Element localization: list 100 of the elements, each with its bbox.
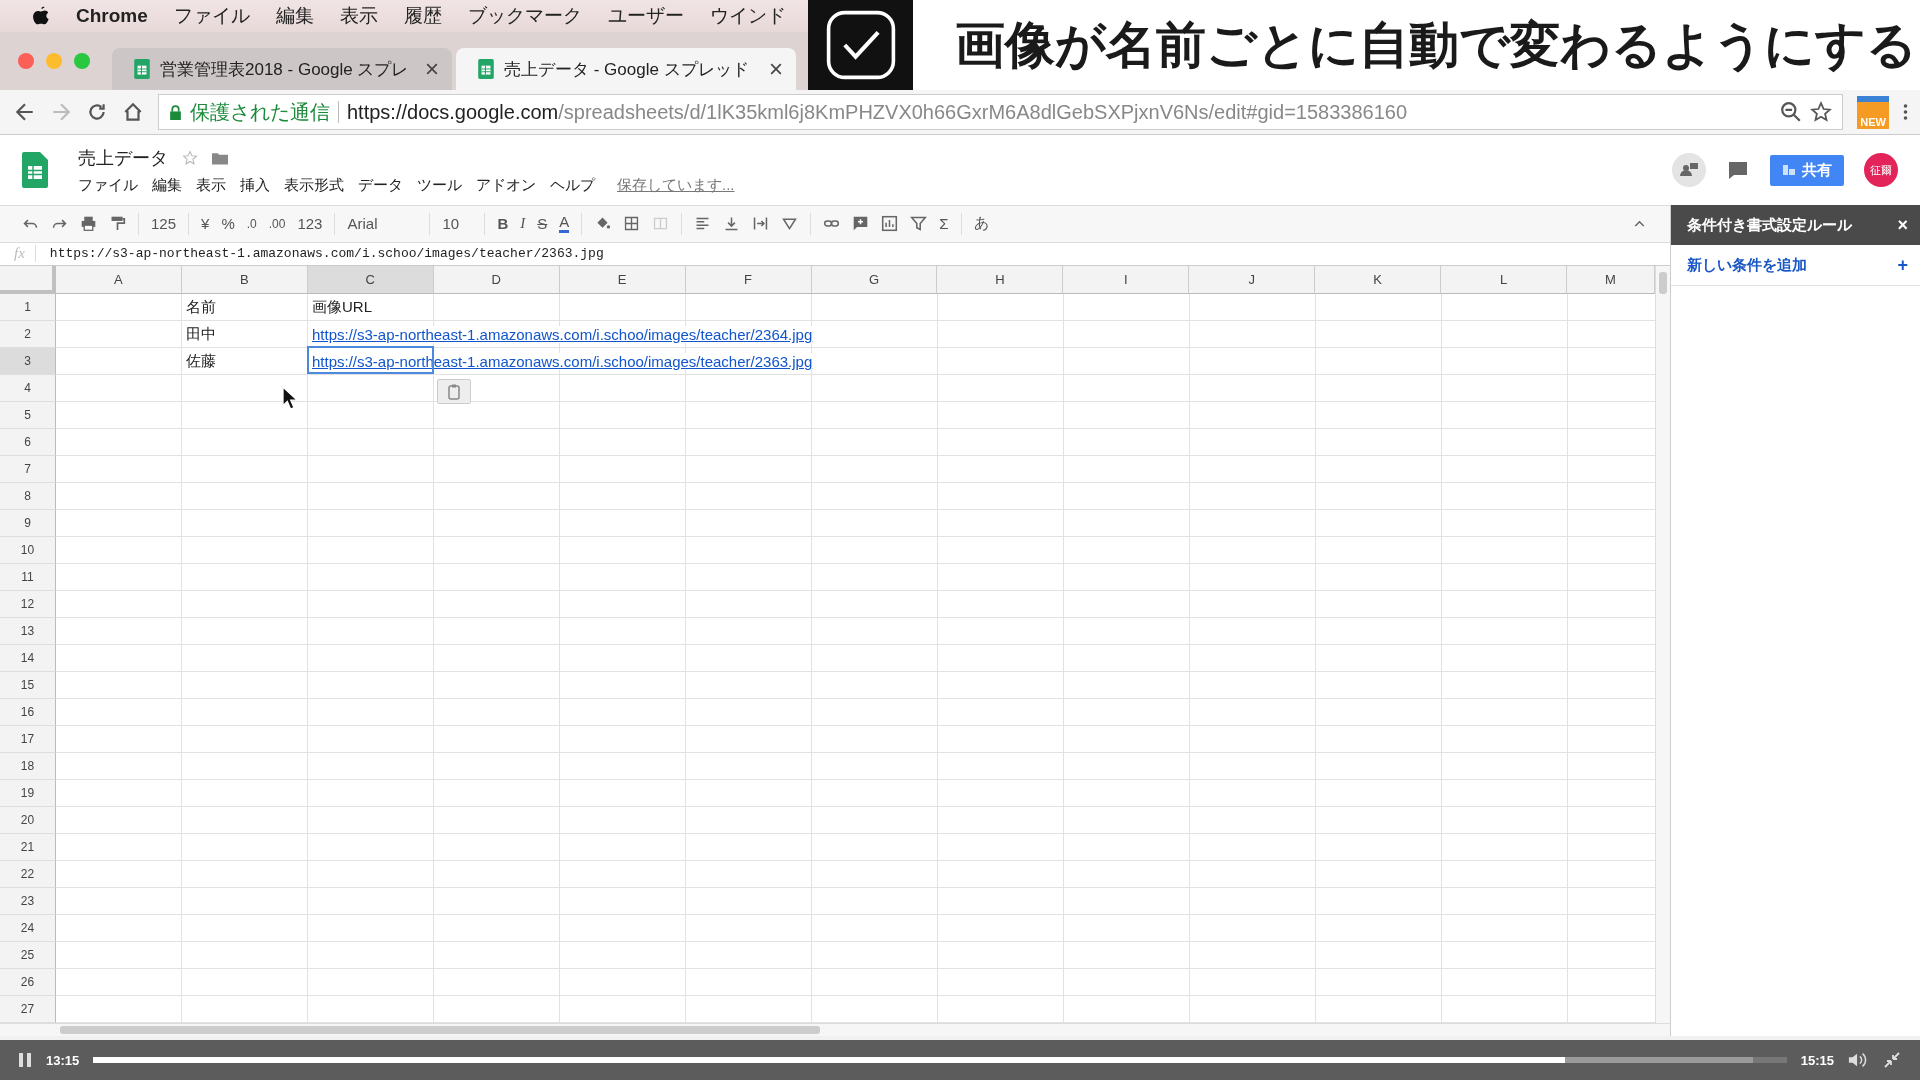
zoom-dropdown[interactable]: 125 (151, 215, 177, 233)
row-header[interactable]: 16 (0, 699, 56, 727)
row-header[interactable]: 20 (0, 807, 56, 835)
column-header[interactable]: H (937, 266, 1064, 295)
input-tools-button[interactable]: あ (973, 214, 989, 234)
print-icon[interactable] (80, 215, 97, 233)
user-avatar[interactable]: 征爾 (1864, 153, 1898, 187)
scrollbar-thumb[interactable] (1659, 272, 1667, 295)
zoom-out-icon[interactable] (1780, 101, 1803, 123)
strikethrough-button[interactable]: S (537, 215, 548, 233)
column-header[interactable]: J (1189, 266, 1316, 295)
row-header[interactable]: 17 (0, 726, 56, 754)
people-icon[interactable] (1672, 153, 1706, 187)
column-header[interactable]: I (1063, 266, 1190, 295)
formula-field[interactable]: https://s3-ap-northeast-1.amazonaws.com/i.schoo/images/teacher/2363.jpg (49, 246, 604, 262)
menu-item[interactable]: 挿入 (240, 175, 270, 195)
back-icon[interactable] (14, 101, 36, 123)
borders-icon[interactable] (623, 215, 641, 233)
menu-item[interactable]: 表示 (196, 175, 226, 195)
column-header[interactable]: E (559, 266, 686, 295)
column-header[interactable]: M (1567, 266, 1655, 295)
row-header[interactable]: 19 (0, 780, 56, 808)
column-header[interactable]: L (1441, 266, 1568, 295)
menu-item[interactable]: ツール (417, 175, 462, 195)
link[interactable]: https://s3-ap-northeast-1.amazonaws.com/i.schoo/images/teacher/2364.jpg (312, 326, 813, 344)
menu-item[interactable]: ユーザー (607, 3, 684, 29)
row-header[interactable]: 13 (0, 618, 56, 646)
menu-app-name[interactable]: Chrome (76, 5, 148, 27)
menu-item[interactable]: ブックマーク (467, 3, 582, 29)
row-header[interactable]: 18 (0, 753, 56, 781)
functions-button[interactable]: Σ (939, 215, 949, 233)
column-header[interactable]: B (181, 266, 308, 295)
row-header[interactable]: 22 (0, 861, 56, 889)
chart-icon[interactable] (881, 215, 899, 233)
add-rule-link[interactable]: 新しい条件を追加 (1687, 255, 1807, 275)
column-header[interactable]: D (433, 266, 560, 295)
menu-item[interactable]: 表示形式 (284, 175, 344, 195)
text-rotate-icon[interactable] (781, 215, 799, 233)
column-header[interactable]: F (685, 266, 812, 295)
star-icon[interactable] (182, 149, 198, 166)
row-header[interactable]: 27 (0, 996, 56, 1024)
percent-button[interactable]: % (221, 215, 235, 233)
number-format-dropdown[interactable]: 123 (297, 215, 323, 233)
apple-icon[interactable] (32, 5, 50, 27)
menu-item[interactable]: 編集 (152, 175, 182, 195)
menu-item[interactable]: アドオン (476, 175, 536, 195)
row-header[interactable]: 3 (0, 348, 56, 376)
row-header[interactable]: 21 (0, 834, 56, 862)
menu-item[interactable]: ウインド (709, 3, 786, 29)
italic-button[interactable]: I (520, 215, 526, 233)
font-size-dropdown[interactable]: 10 (442, 215, 473, 233)
currency-button[interactable]: ¥ (201, 215, 210, 233)
row-header[interactable]: 10 (0, 537, 56, 565)
row-header[interactable]: 15 (0, 672, 56, 700)
row-header[interactable]: 2 (0, 321, 56, 349)
volume-icon[interactable] (1848, 1051, 1868, 1069)
menu-item[interactable]: 編集 (275, 3, 314, 29)
row-header[interactable]: 14 (0, 645, 56, 673)
browser-tab[interactable]: 営業管理表2018 - Google スプレ (112, 48, 452, 90)
column-header[interactable]: A (55, 266, 182, 295)
filter-icon[interactable] (910, 215, 928, 233)
scrollbar-thumb[interactable] (60, 1026, 820, 1035)
row-header[interactable]: 9 (0, 510, 56, 538)
row-header[interactable]: 26 (0, 969, 56, 997)
column-header[interactable]: K (1315, 266, 1442, 295)
more-icon[interactable] (1903, 103, 1908, 121)
row-header[interactable]: 1 (0, 294, 56, 322)
star-icon[interactable] (1810, 101, 1833, 123)
row-header[interactable]: 8 (0, 483, 56, 511)
document-title[interactable]: 売上データ (78, 145, 168, 170)
row-header[interactable]: 23 (0, 888, 56, 916)
column-header[interactable]: G (811, 266, 938, 295)
paste-options-button[interactable] (437, 379, 471, 405)
menu-item[interactable]: ファイル (78, 175, 138, 195)
menu-item[interactable]: ヘルプ (550, 175, 595, 195)
close-icon[interactable] (426, 63, 438, 75)
row-header[interactable]: 7 (0, 456, 56, 484)
bold-button[interactable]: B (497, 215, 509, 233)
exit-fullscreen-icon[interactable] (1882, 1051, 1902, 1069)
pause-icon[interactable] (18, 1052, 32, 1068)
row-header[interactable]: 5 (0, 402, 56, 430)
menu-item[interactable]: データ (358, 175, 403, 195)
row-header[interactable]: 24 (0, 915, 56, 943)
close-icon[interactable] (770, 63, 782, 75)
menu-item[interactable]: 表示 (339, 3, 378, 29)
reload-icon[interactable] (86, 101, 108, 123)
address-field[interactable]: 保護された通信 https://docs.google.com/spreadsheets/d/1lK35kml6j8KmPHZVX0h66GxrM6A8dlGebSXPjxnV6Ns/edit#gid=1583386160 (158, 94, 1844, 130)
column-header[interactable]: C (307, 266, 434, 295)
sheets-logo-icon[interactable] (22, 152, 48, 188)
row-header[interactable]: 12 (0, 591, 56, 619)
save-status[interactable]: 保存しています... (617, 175, 735, 195)
row-header[interactable]: 11 (0, 564, 56, 592)
menu-item[interactable]: ファイル (173, 3, 250, 29)
row-header[interactable]: 4 (0, 375, 56, 403)
decrease-decimal-button[interactable]: .0 (246, 216, 257, 231)
increase-decimal-button[interactable]: .00 (268, 216, 286, 231)
add-button[interactable]: + (1897, 254, 1908, 276)
row-header[interactable]: 6 (0, 429, 56, 457)
paint-format-icon[interactable] (109, 215, 126, 233)
home-icon[interactable] (122, 101, 144, 123)
